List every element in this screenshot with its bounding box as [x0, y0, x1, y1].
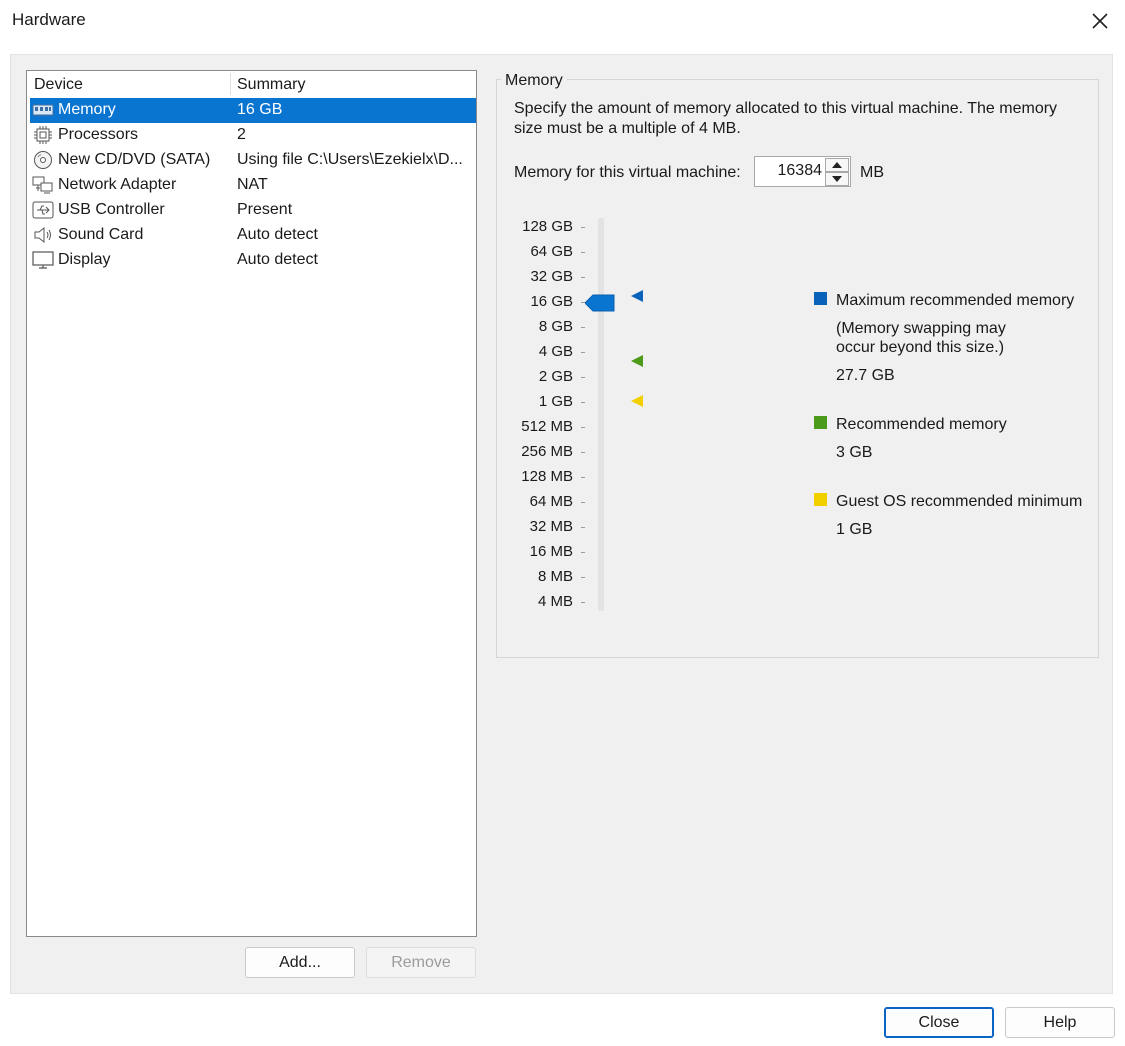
arrow-up-icon — [832, 162, 842, 168]
legend-recommended-swatch — [814, 416, 827, 429]
column-header-summary[interactable]: Summary — [237, 76, 305, 94]
scale-label: 2 GB — [538, 368, 573, 385]
memory-icon — [32, 104, 54, 117]
scale-tick — [581, 552, 585, 553]
scale-label: 16 GB — [530, 293, 573, 310]
memory-size-value[interactable]: 16384 — [778, 162, 823, 180]
memory-slider-thumb[interactable] — [585, 294, 615, 312]
legend-recommended-label: Recommended memory — [836, 416, 1007, 433]
scale-label: 8 GB — [538, 318, 573, 335]
remove-device-button[interactable]: Remove — [366, 947, 476, 978]
scale-tick — [581, 477, 585, 478]
scale-tick — [581, 377, 585, 378]
scale-label: 128 GB — [522, 218, 573, 235]
scale-tick — [581, 352, 585, 353]
device-summary: Auto detect — [237, 251, 318, 268]
processor-icon — [34, 126, 52, 144]
scale-tick — [581, 527, 585, 528]
marker-recommended-icon — [631, 355, 643, 367]
legend-recommended-value: 3 GB — [836, 444, 873, 461]
device-row-sound-card[interactable]: Sound Card Auto detect — [30, 223, 476, 248]
device-row-processors[interactable]: Processors 2 — [30, 123, 476, 148]
scale-tick — [581, 577, 585, 578]
scale-tick — [581, 227, 585, 228]
device-summary: Present — [237, 201, 293, 218]
device-row-cd-dvd[interactable]: New CD/DVD (SATA) Using file C:\Users\Ez… — [30, 148, 476, 173]
legend-min-label: Guest OS recommended minimum — [836, 493, 1083, 510]
device-name: Sound Card — [58, 226, 144, 243]
decrease-memory-button[interactable] — [825, 172, 849, 186]
scale-tick — [581, 277, 585, 278]
column-header-device[interactable]: Device — [34, 76, 83, 94]
memory-slider-track[interactable] — [598, 218, 604, 611]
column-separator[interactable] — [230, 73, 231, 95]
scale-label: 512 MB — [521, 418, 573, 435]
close-button[interactable]: Close — [884, 1007, 994, 1038]
scale-label: 1 GB — [538, 393, 573, 410]
scale-tick — [581, 327, 585, 328]
device-row-display[interactable]: Display Auto detect — [30, 248, 476, 273]
device-name: Display — [58, 251, 111, 268]
scale-tick — [581, 602, 585, 603]
arrow-down-icon — [832, 176, 842, 182]
scale-tick — [581, 502, 585, 503]
device-list[interactable]: Device Summary Memory 16 GB Processors 2… — [26, 70, 477, 937]
scale-label: 4 MB — [537, 593, 573, 610]
scale-label: 64 GB — [530, 243, 573, 260]
device-name: USB Controller — [58, 201, 165, 218]
legend-max-swatch — [814, 292, 827, 305]
device-row-usb-controller[interactable]: USB Controller Present — [30, 198, 476, 223]
legend-min-swatch — [814, 493, 827, 506]
legend-min-value: 1 GB — [836, 521, 873, 538]
help-button[interactable]: Help — [1005, 1007, 1115, 1038]
device-name: Network Adapter — [58, 176, 177, 193]
scale-label: 256 MB — [521, 443, 573, 460]
scale-label: 8 MB — [537, 568, 573, 585]
legend-max-note-2: occur beyond this size.) — [836, 339, 1005, 356]
marker-max-icon — [631, 290, 643, 302]
scale-tick — [581, 402, 585, 403]
legend-max-value: 27.7 GB — [836, 367, 895, 384]
add-device-button[interactable]: Add... — [245, 947, 355, 978]
device-name: Processors — [58, 126, 139, 143]
scale-label: 128 MB — [521, 468, 573, 485]
memory-description: Specify the amount of memory allocated t… — [514, 100, 1058, 137]
scale-label: 64 MB — [529, 493, 573, 510]
increase-memory-button[interactable] — [825, 158, 849, 172]
device-summary: 2 — [237, 126, 246, 143]
close-icon — [1092, 13, 1108, 29]
title-bar: Hardware — [0, 0, 1125, 42]
marker-min-icon — [631, 395, 643, 407]
cd-dvd-icon — [34, 151, 52, 169]
close-window-button[interactable] — [1085, 6, 1115, 36]
memory-group-label: Memory — [501, 72, 567, 90]
device-row-network-adapter[interactable]: Network Adapter NAT — [30, 173, 476, 198]
device-name: Memory — [58, 101, 116, 118]
device-summary: Using file C:\Users\Ezekielx\D... — [237, 151, 463, 168]
device-summary: Auto detect — [237, 226, 318, 243]
memory-size-stepper[interactable]: 16384 — [754, 156, 851, 187]
scale-label: 32 MB — [529, 518, 573, 535]
scale-label: 4 GB — [538, 343, 573, 360]
scale-tick — [581, 452, 585, 453]
monitor-icon — [32, 251, 54, 269]
device-row-memory[interactable]: Memory 16 GB — [30, 98, 476, 123]
device-name: New CD/DVD (SATA) — [58, 151, 211, 168]
legend-max-label: Maximum recommended memory — [836, 292, 1075, 309]
device-summary: NAT — [237, 176, 268, 193]
window-title: Hardware — [12, 10, 86, 29]
scale-label: 16 MB — [529, 543, 573, 560]
scale-tick — [581, 252, 585, 253]
speaker-icon — [34, 226, 51, 244]
scale-label: 32 GB — [530, 268, 573, 285]
scale-tick — [581, 427, 585, 428]
list-header: Device Summary — [27, 71, 476, 97]
legend-max-note-1: (Memory swapping may — [836, 320, 1006, 337]
memory-field-label: Memory for this virtual machine: — [514, 164, 741, 181]
usb-icon — [32, 201, 54, 219]
memory-unit: MB — [860, 164, 884, 181]
device-summary: 16 GB — [237, 101, 283, 118]
network-adapter-icon — [32, 176, 53, 194]
